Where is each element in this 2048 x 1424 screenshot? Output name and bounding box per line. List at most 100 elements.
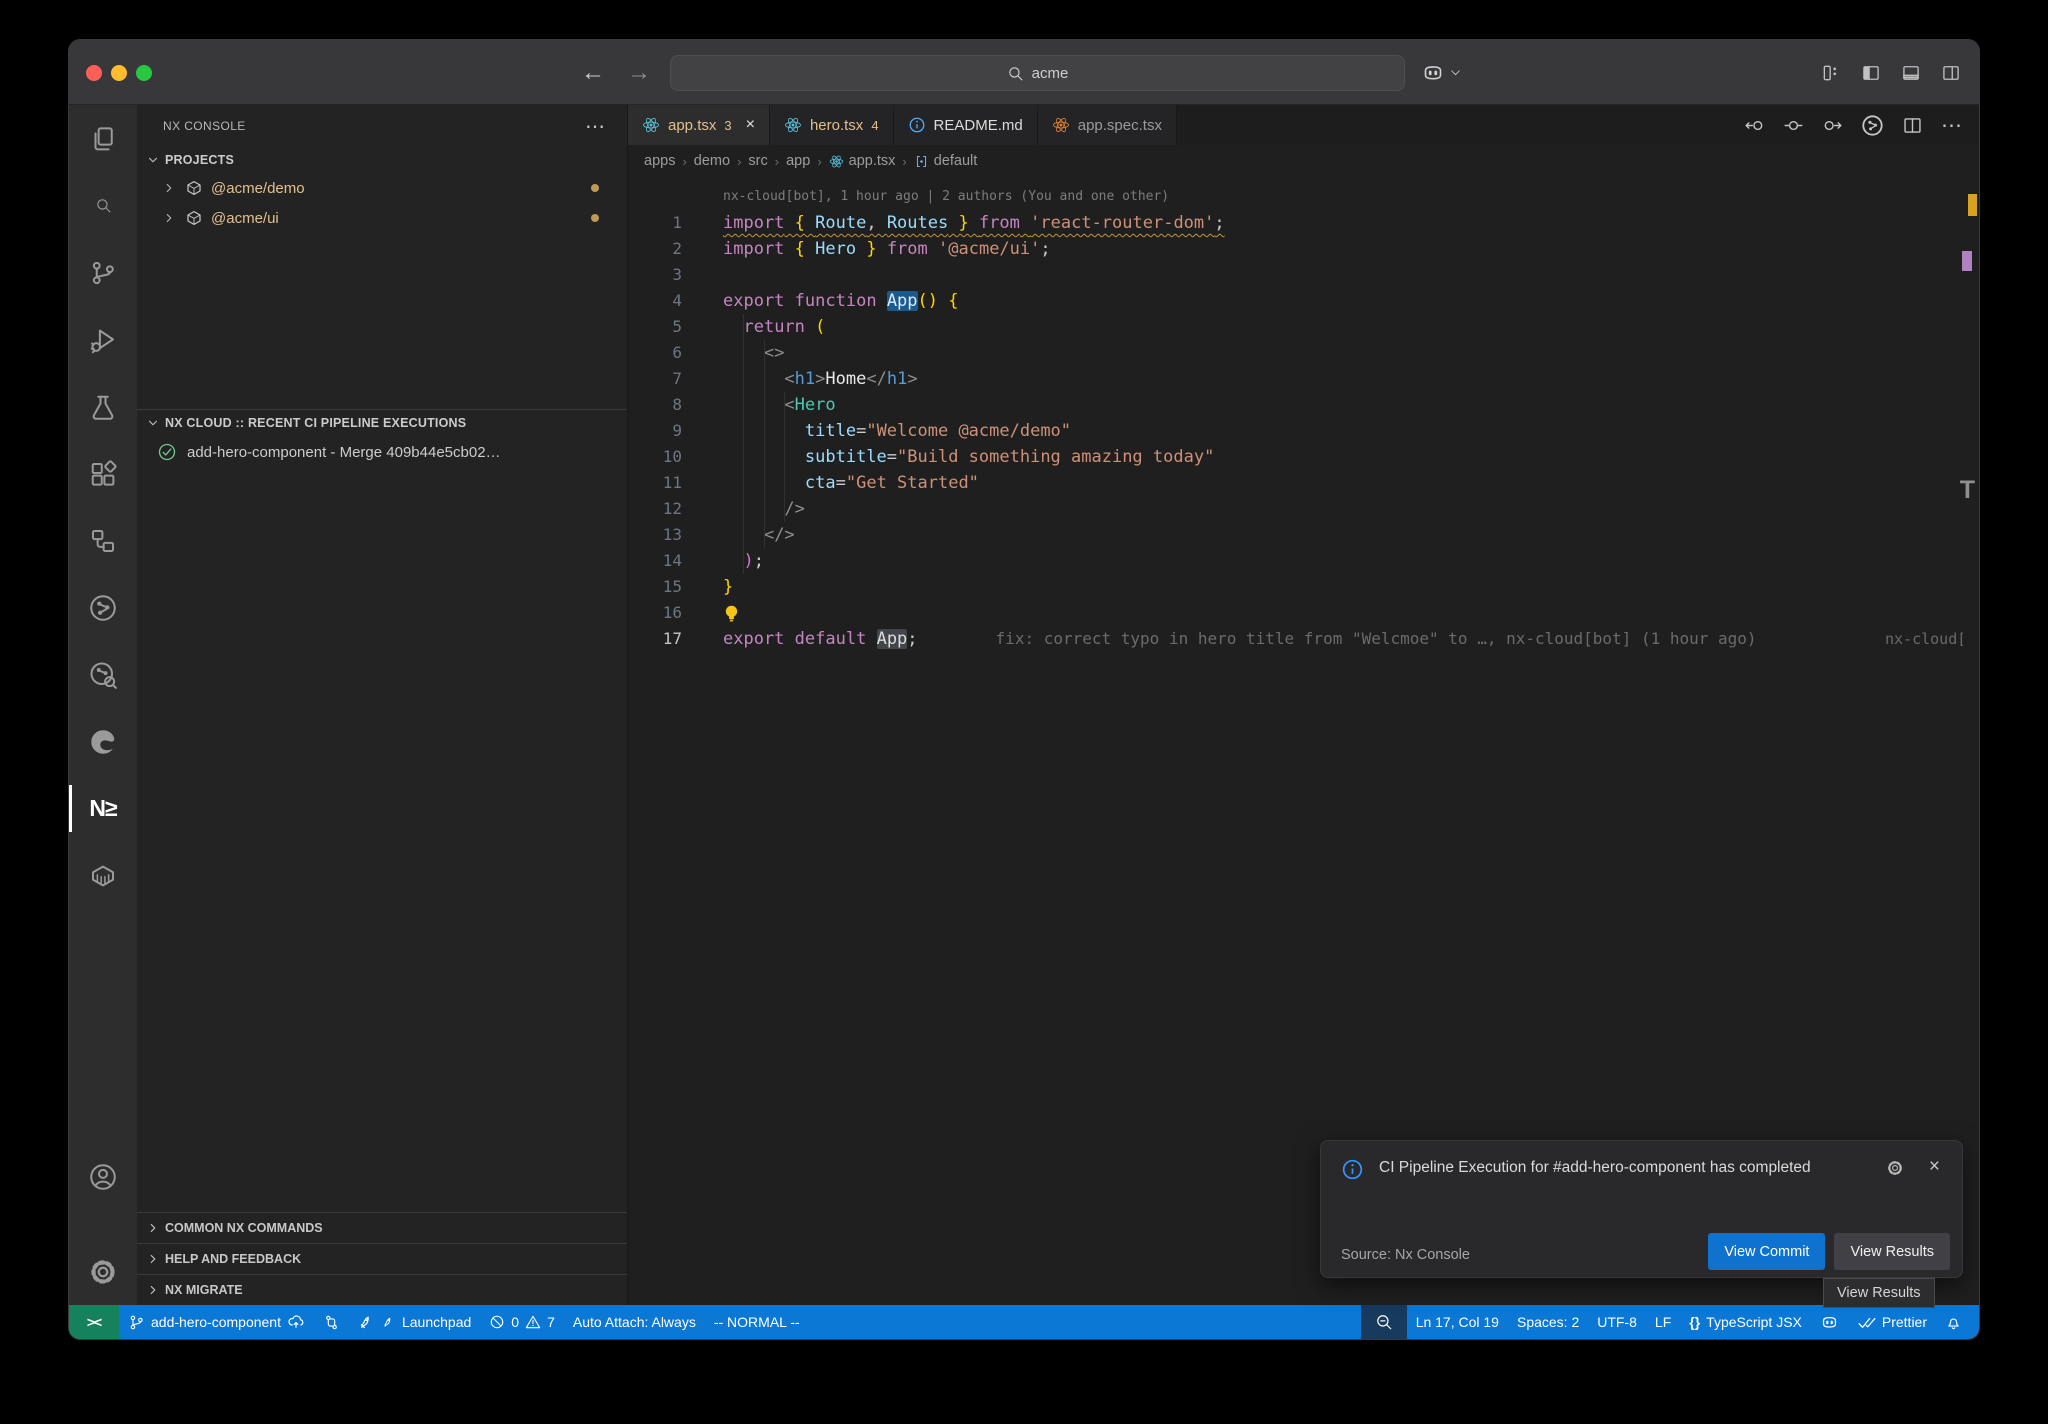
status-eol[interactable]: LF [1646,1305,1680,1339]
status-formatter[interactable]: Prettier [1848,1305,1936,1339]
minimize-window-button[interactable] [111,65,127,81]
activity-bar: N≥ [69,105,137,1305]
code-line-2: 2import { Hero } from '@acme/ui'; [628,236,1979,262]
breadcrumb-separator: › [817,154,821,169]
status-notifications-bell[interactable] [1936,1305,1971,1339]
status-vim-mode[interactable]: -- NORMAL -- [705,1305,809,1339]
status-auto-attach[interactable]: Auto Attach: Always [564,1305,705,1339]
toggle-secondary-sidebar-button[interactable] [1941,63,1961,83]
history-back-icon[interactable]: ← [581,59,605,87]
section-common-nx-commands[interactable]: COMMON NX COMMANDS [137,1212,627,1243]
toggle-primary-sidebar-button[interactable] [1861,63,1881,83]
code-editor[interactable]: nx-cloud[bot], 1 hour ago | 2 authors (Y… [628,177,1979,1305]
react-blue-icon [642,116,660,134]
nx-cloud-label: NX CLOUD :: RECENT CI PIPELINE EXECUTION… [165,416,466,430]
section-help-and-feedback[interactable]: HELP AND FEEDBACK [137,1243,627,1274]
activity-extensions[interactable] [69,440,137,507]
activity-related-projects[interactable] [69,507,137,574]
breadcrumb-src[interactable]: src [748,153,767,169]
line-number: 4 [628,288,682,314]
activity-nx-project-graph[interactable] [69,574,137,641]
project-item-acme-ui[interactable]: @acme/ui [137,203,627,233]
activity-nx-graph-search[interactable] [69,641,137,708]
close-window-button[interactable] [86,65,102,81]
project-item-acme-demo[interactable]: @acme/demo [137,173,627,203]
code-line-17: 17export default App;fix: correct typo i… [628,626,1979,652]
activity-source-control[interactable] [69,239,137,306]
notification-toast: CI Pipeline Execution for #add-hero-comp… [1320,1140,1963,1278]
customize-layout-button[interactable] [1821,63,1841,83]
activity-run-debug[interactable] [69,306,137,373]
sidebar-title: NX CONSOLE [163,119,246,133]
activity-search[interactable] [69,172,137,239]
copilot-icon[interactable] [1421,61,1445,85]
split-editor-button[interactable] [1902,115,1923,136]
view-commit-button[interactable]: View Commit [1708,1233,1825,1270]
status-remote-indicator[interactable]: >< [69,1305,119,1339]
tab-app.tsx[interactable]: app.tsx3× [628,105,770,145]
breadcrumb-default[interactable]: default [914,153,978,169]
activity-testing[interactable] [69,373,137,440]
breadcrumb-demo[interactable]: demo [694,153,730,169]
pipeline-execution-item[interactable]: add-hero-component - Merge 409b44e5cb02… [137,436,627,468]
breadcrumb-separator: › [737,154,741,169]
chevron-right-icon [161,212,177,224]
status-git-branch[interactable]: add-hero-component [119,1305,314,1339]
breadcrumb-app[interactable]: app [786,153,810,169]
code-line-7: 7 <h1>Home</h1> [628,366,1979,392]
title-bar: ← → acme [69,40,1979,105]
code-line-13: 13 </> [628,522,1979,548]
help-and-feedback-label: HELP AND FEEDBACK [165,1252,301,1266]
blame-annotation: nx-cloud[bot], 1 hour ago | 2 authors (Y… [628,184,1979,210]
notification-message: CI Pipeline Execution for #add-hero-comp… [1379,1155,1829,1180]
breadcrumb-app.tsx[interactable]: app.tsx [829,153,896,169]
more-actions-icon[interactable]: ⋯ [585,114,605,139]
section-nx-migrate[interactable]: NX MIGRATE [137,1274,627,1305]
search-icon [1007,65,1024,82]
toggle-panel-button[interactable] [1901,63,1921,83]
command-center-search[interactable]: acme [670,55,1405,91]
activity-accounts[interactable] [69,1143,137,1210]
maximize-window-button[interactable] [136,65,152,81]
activity-edge-tools[interactable] [69,708,137,775]
status-language-mode[interactable]: {}TypeScript JSX [1680,1305,1811,1339]
breadcrumb-apps[interactable]: apps [644,153,675,169]
more-actions-icon[interactable]: ⋯ [1941,113,1963,138]
status-problems[interactable]: 07 [480,1305,564,1339]
tab-bar: app.tsx3×hero.tsx4README.mdapp.spec.tsx ⋯ [628,105,1979,145]
section-projects[interactable]: PROJECTS [137,147,627,173]
line-number: 5 [628,314,682,340]
line-number: 10 [628,444,682,470]
project-label: @acme/ui [211,210,279,227]
activity-containers[interactable] [69,842,137,909]
status-launchpad[interactable]: Launchpad [349,1305,480,1339]
chevron-down-icon[interactable] [1449,66,1462,79]
notification-settings-icon[interactable] [1886,1159,1904,1177]
next-change-button[interactable] [1822,115,1843,136]
line-number: 9 [628,418,682,444]
previous-change-button[interactable] [1744,115,1765,136]
tab-app.spec.tsx[interactable]: app.spec.tsx [1038,105,1177,145]
view-results-button[interactable]: View Results [1834,1233,1950,1270]
close-tab-icon[interactable]: × [746,116,755,134]
bell-icon [1945,1314,1962,1331]
tab-hero.tsx[interactable]: hero.tsx4 [770,105,894,145]
status-screencast-zoom[interactable] [1361,1305,1407,1339]
notification-close-icon[interactable]: × [1929,1156,1940,1178]
status-indentation[interactable]: Spaces: 2 [1508,1305,1588,1339]
activity-explorer[interactable] [69,105,137,172]
section-nx-cloud[interactable]: NX CLOUD :: RECENT CI PIPELINE EXECUTION… [137,410,627,436]
line-number: 11 [628,470,682,496]
history-forward-icon[interactable]: → [627,59,651,87]
activity-settings[interactable] [69,1238,137,1305]
tab-README.md[interactable]: README.md [894,105,1038,145]
nx-graph-button[interactable] [1861,114,1884,137]
lightbulb-icon[interactable] [723,604,740,623]
status-gitlens-compare[interactable] [314,1305,349,1339]
status-copilot-status[interactable] [1811,1305,1848,1339]
activity-nx-console[interactable]: N≥ [69,775,137,842]
status-cursor-position[interactable]: Ln 17, Col 19 [1407,1305,1508,1339]
chevron-down-icon [147,154,159,166]
status-encoding[interactable]: UTF-8 [1588,1305,1646,1339]
gutter-indicator-button[interactable] [1783,115,1804,136]
